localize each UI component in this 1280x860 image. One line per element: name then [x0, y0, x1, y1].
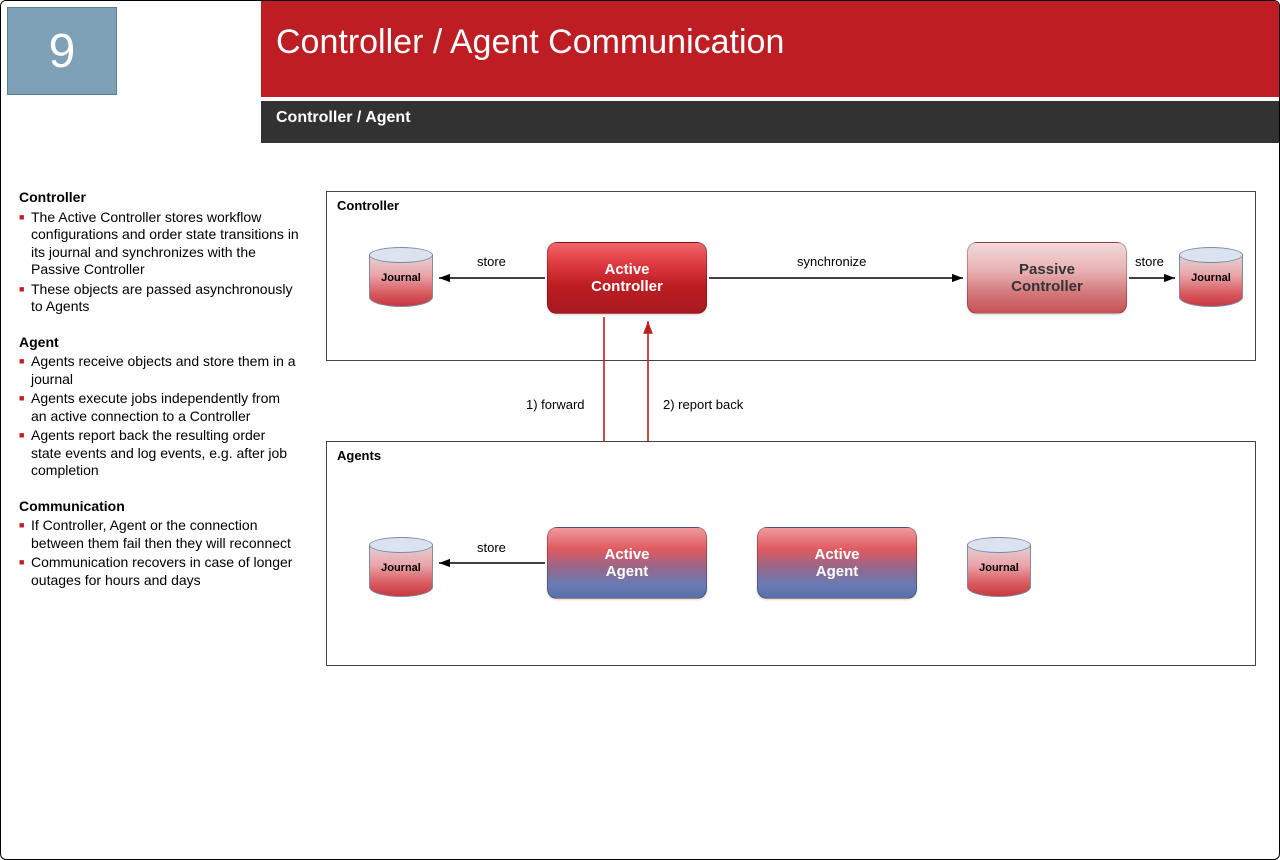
journal-label: Journal	[369, 562, 433, 574]
node-text: Controller	[1011, 278, 1083, 295]
cylinder-top	[1179, 247, 1243, 263]
agents-panel: Agents Journal Active Agent Active Agent…	[326, 441, 1256, 666]
node-text: Active	[604, 261, 649, 278]
slide-number-box: 9	[7, 7, 117, 95]
edge-store-agent: store	[477, 540, 506, 555]
edge-store-left: store	[477, 254, 506, 269]
communication-bullet: If Controller, Agent or the connection b…	[19, 517, 299, 552]
node-text: Active	[814, 546, 859, 563]
journal-label: Journal	[967, 562, 1031, 574]
communication-bullets: If Controller, Agent or the connection b…	[19, 517, 299, 589]
controller-bullet: The Active Controller stores workflow co…	[19, 209, 299, 279]
cylinder-top	[369, 247, 433, 263]
agent-bullets: Agents receive objects and store them in…	[19, 353, 299, 480]
slide-subtitle: Controller / Agent	[276, 109, 411, 127]
journal-cylinder: Journal	[967, 537, 1031, 597]
journal-cylinder: Journal	[369, 537, 433, 597]
edge-store-right: store	[1135, 254, 1164, 269]
agent-bullet: Agents report back the resulting order s…	[19, 427, 299, 480]
slide-number: 9	[49, 24, 76, 79]
journal-cylinder: Journal	[369, 247, 433, 307]
passive-controller-node: Passive Controller	[967, 242, 1127, 314]
node-text: Controller	[591, 278, 663, 295]
agent-bullet: Agents execute jobs independently from a…	[19, 390, 299, 425]
controller-panel-title: Controller	[337, 198, 399, 213]
cylinder-top	[369, 537, 433, 553]
edge-report-back: 2) report back	[663, 397, 743, 412]
journal-label: Journal	[1179, 272, 1243, 284]
journal-label: Journal	[369, 272, 433, 284]
active-controller-node: Active Controller	[547, 242, 707, 314]
communication-heading: Communication	[19, 498, 299, 516]
node-text: Passive	[1019, 261, 1075, 278]
agent-heading: Agent	[19, 334, 299, 352]
controller-bullets: The Active Controller stores workflow co…	[19, 209, 299, 316]
controller-panel: Controller Journal Active Controller Pas…	[326, 191, 1256, 361]
agents-panel-title: Agents	[337, 448, 381, 463]
agent-bullet: Agents receive objects and store them in…	[19, 353, 299, 388]
header-dark-band	[261, 101, 1279, 143]
controller-bullet: These objects are passed asynchronously …	[19, 281, 299, 316]
active-agent-node: Active Agent	[757, 527, 917, 599]
communication-bullet: Communication recovers in case of longer…	[19, 554, 299, 589]
cylinder-top	[967, 537, 1031, 553]
edge-forward: 1) forward	[526, 397, 585, 412]
slide-title: Controller / Agent Communication	[276, 23, 784, 62]
node-text: Agent	[606, 563, 649, 580]
controller-heading: Controller	[19, 189, 299, 207]
journal-cylinder: Journal	[1179, 247, 1243, 307]
node-text: Agent	[816, 563, 859, 580]
active-agent-node: Active Agent	[547, 527, 707, 599]
slide-frame: 9 Controller / Agent Communication Contr…	[0, 0, 1280, 860]
left-text-column: Controller The Active Controller stores …	[19, 189, 299, 607]
edge-synchronize: synchronize	[797, 254, 866, 269]
node-text: Active	[604, 546, 649, 563]
